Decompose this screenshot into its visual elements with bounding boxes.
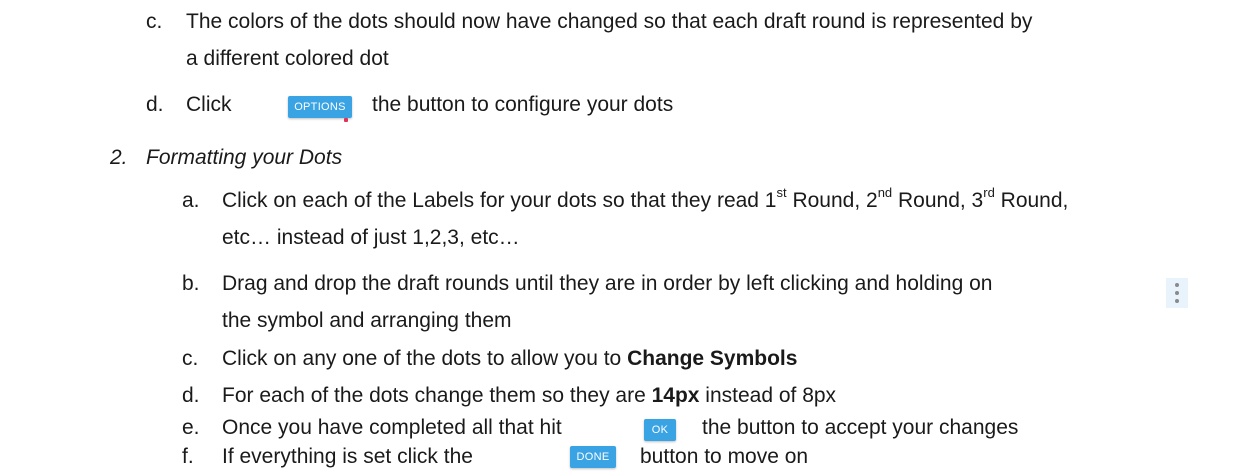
step-2f-suffix: button to move on bbox=[640, 445, 809, 468]
step-1c-text-line1: The colors of the dots should now have c… bbox=[186, 10, 1033, 33]
button-corner-mark bbox=[344, 118, 348, 122]
done-button[interactable]: DONE bbox=[570, 446, 616, 468]
step-2d-text: For each of the dots change them so they… bbox=[222, 384, 837, 407]
step-1c-text-line2: a different colored dot bbox=[186, 47, 389, 70]
section-number: 2. bbox=[110, 146, 128, 169]
list-marker: e. bbox=[182, 416, 200, 439]
step-1d-prefix: Click bbox=[186, 93, 232, 116]
list-marker: f. bbox=[182, 445, 194, 468]
list-marker: d. bbox=[146, 93, 164, 116]
list-marker: a. bbox=[182, 189, 200, 212]
step-2c-text: Click on any one of the dots to allow yo… bbox=[222, 347, 798, 370]
options-button[interactable]: OPTIONS bbox=[288, 96, 352, 118]
ok-button[interactable]: OK bbox=[644, 419, 676, 441]
list-marker: b. bbox=[182, 272, 200, 295]
step-2e-prefix: Once you have completed all that hit bbox=[222, 416, 562, 439]
step-2f-prefix: If everything is set click the bbox=[222, 445, 473, 468]
vertical-ellipsis-icon[interactable] bbox=[1166, 278, 1188, 308]
list-marker: d. bbox=[182, 384, 200, 407]
step-2b-line1: Drag and drop the draft rounds until the… bbox=[222, 272, 993, 295]
list-marker: c. bbox=[146, 10, 163, 33]
list-marker: c. bbox=[182, 347, 199, 370]
step-2e-suffix: the button to accept your changes bbox=[702, 416, 1019, 439]
step-2a-line1: Click on each of the Labels for your dot… bbox=[222, 185, 1069, 212]
step-2b-line2: the symbol and arranging them bbox=[222, 309, 512, 332]
section-title: Formatting your Dots bbox=[146, 146, 343, 169]
step-1d-suffix: the button to configure your dots bbox=[372, 93, 674, 116]
step-2a-line2: etc… instead of just 1,2,3, etc… bbox=[222, 226, 520, 249]
